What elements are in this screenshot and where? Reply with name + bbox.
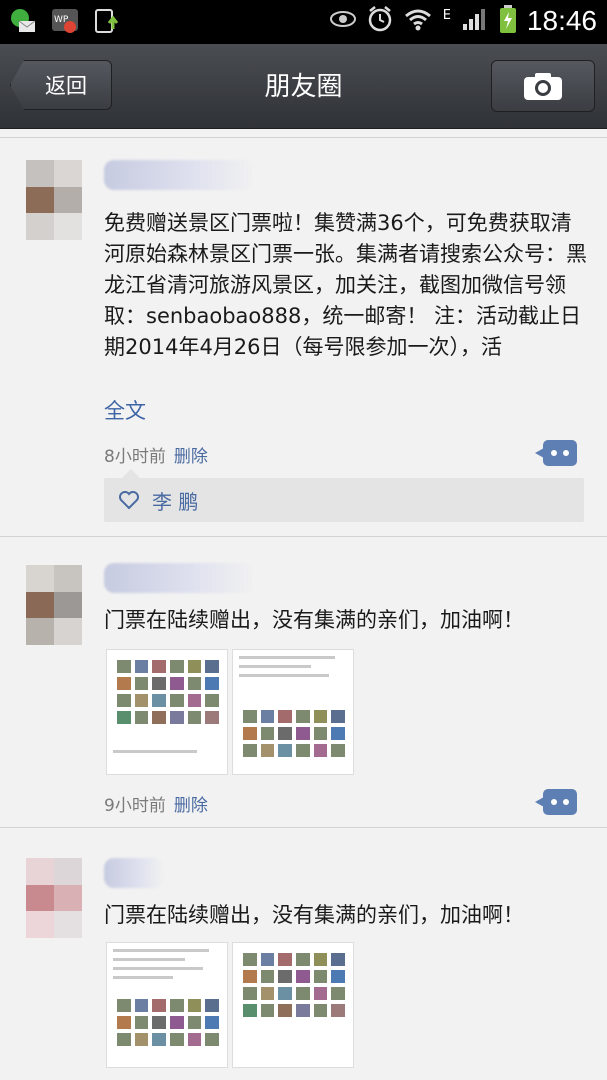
title-bar: 返回 朋友圈	[0, 44, 607, 129]
app-notification-icon: WP	[50, 6, 80, 36]
message-notification-icon	[8, 6, 38, 36]
full-text-link[interactable]: 全文	[104, 395, 146, 425]
post-time: 9小时前	[104, 796, 166, 816]
alarm-icon	[367, 5, 393, 37]
delete-link[interactable]: 删除	[174, 447, 208, 467]
clock: 18:46	[526, 5, 597, 36]
author-name[interactable]	[104, 160, 254, 190]
signal-icon	[461, 6, 489, 36]
post-meta: 9小时前 删除	[104, 791, 208, 816]
like-names[interactable]: 李 鹏	[152, 486, 198, 515]
moment-post: 门票在陆续赠出，没有集满的亲们，加油啊！ 9小时前 删除	[0, 537, 607, 827]
camera-button[interactable]	[491, 60, 595, 112]
install-notification-icon	[92, 6, 122, 36]
likes-box: 李 鹏	[104, 469, 584, 522]
moment-post: 免费赠送景区门票啦！集赞满36个，可免费获取清河原始森林景区门票一张。集满者请搜…	[0, 138, 607, 536]
delete-link[interactable]: 删除	[174, 796, 208, 816]
battery-charging-icon	[499, 4, 517, 38]
network-type-label: E	[442, 8, 451, 23]
avatar[interactable]	[26, 858, 82, 938]
comment-button[interactable]	[535, 789, 577, 815]
post-image[interactable]	[232, 942, 354, 1068]
post-text: 免费赠送景区门票啦！集赞满36个，可免费获取清河原始森林景区门票一张。集满者请搜…	[104, 211, 587, 359]
heart-icon	[119, 491, 139, 510]
post-text: 门票在陆续赠出，没有集满的亲们，加油啊！	[104, 608, 524, 632]
author-name[interactable]	[104, 563, 254, 593]
post-image[interactable]	[232, 649, 354, 775]
avatar[interactable]	[26, 160, 82, 240]
svg-text:WP: WP	[54, 15, 69, 25]
post-image[interactable]	[106, 942, 228, 1068]
post-text: 门票在陆续赠出，没有集满的亲们，加油啊！	[104, 903, 524, 927]
eye-icon	[329, 9, 357, 33]
post-time: 8小时前	[104, 447, 166, 467]
wifi-icon	[403, 6, 433, 36]
comment-button[interactable]	[535, 440, 577, 466]
status-bar: WP E 18:46	[0, 0, 607, 44]
author-name[interactable]	[104, 858, 164, 888]
avatar[interactable]	[26, 565, 82, 645]
post-meta: 8小时前 删除	[104, 442, 208, 467]
post-image[interactable]	[106, 649, 228, 775]
moment-post: 门票在陆续赠出，没有集满的亲们，加油啊！	[0, 828, 607, 1080]
camera-icon	[524, 73, 562, 100]
